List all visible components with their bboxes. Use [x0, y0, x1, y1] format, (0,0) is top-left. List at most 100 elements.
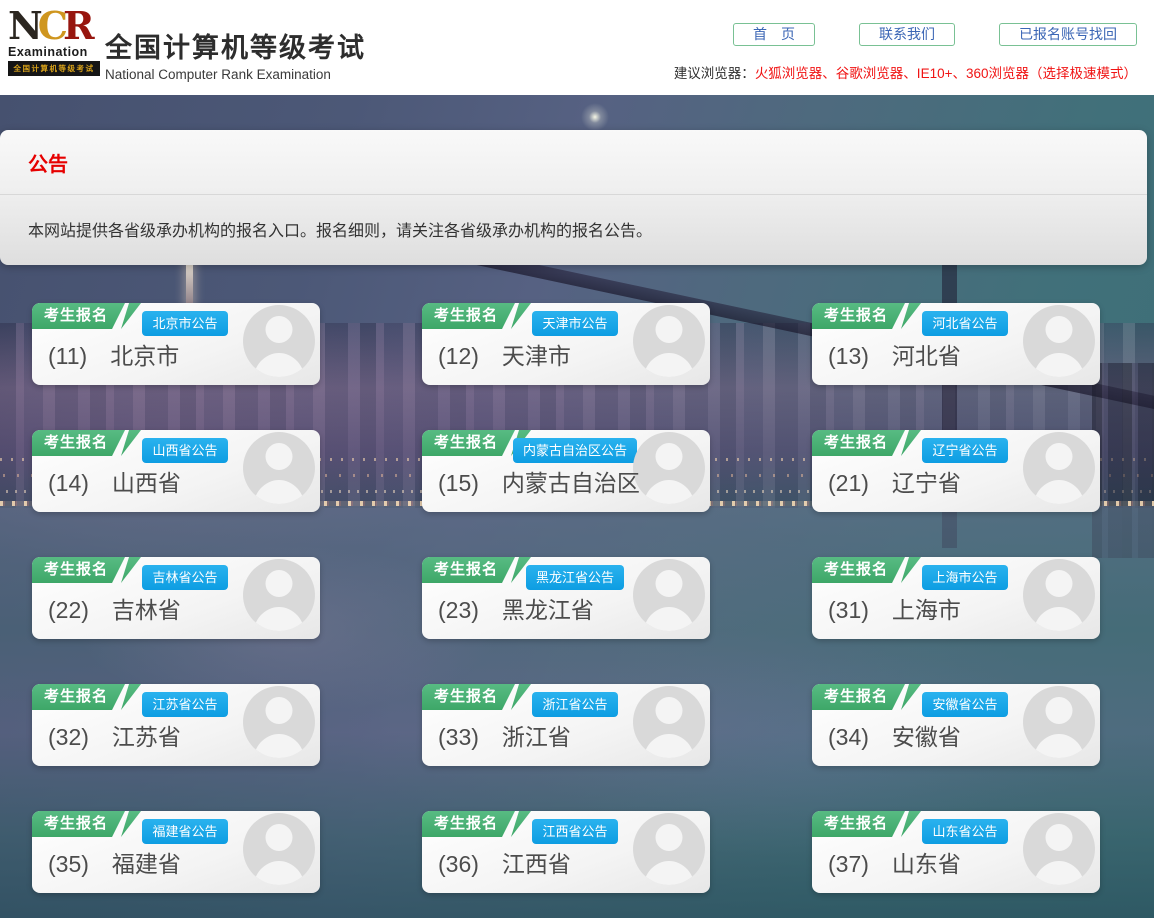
avatar-head — [1046, 824, 1073, 851]
avatar-head — [1046, 570, 1073, 597]
province-card-32[interactable]: 考生报名 江苏省公告 (32) 江苏省 — [32, 684, 320, 766]
avatar-placeholder-icon — [1023, 559, 1095, 631]
ribbon-label: 考生报名 — [812, 684, 905, 710]
province-card-title: (15) 内蒙古自治区 — [438, 464, 640, 498]
avatar-head — [266, 824, 293, 851]
province-card-33[interactable]: 考生报名 浙江省公告 (33) 浙江省 — [422, 684, 710, 766]
province-card-34[interactable]: 考生报名 安徽省公告 (34) 安徽省 — [812, 684, 1100, 766]
avatar-head — [266, 697, 293, 724]
avatar-placeholder-icon — [1023, 813, 1095, 885]
badge-zone: 黑龙江省公告 — [514, 565, 636, 590]
ribbon-label: 考生报名 — [32, 684, 125, 710]
avatar-shoulders — [253, 480, 305, 504]
province-card-title: (33) 浙江省 — [438, 718, 571, 752]
page: NCR Examination 全国计算机等级考试 全国计算机等级考试 Nati… — [0, 0, 1154, 918]
ribbon-label: 考生报名 — [32, 811, 125, 837]
province-card-35[interactable]: 考生报名 福建省公告 (35) 福建省 — [32, 811, 320, 893]
ribbon-label: 考生报名 — [32, 557, 125, 583]
province-card-title: (22) 吉林省 — [48, 591, 181, 625]
nav-account-recovery-button[interactable]: 已报名账号找回 — [999, 23, 1137, 46]
province-card-14[interactable]: 考生报名 山西省公告 (14) 山西省 — [32, 430, 320, 512]
avatar-shoulders — [643, 607, 695, 631]
avatar-placeholder-icon — [633, 432, 705, 504]
province-card-13[interactable]: 考生报名 河北省公告 (13) 河北省 — [812, 303, 1100, 385]
province-card-15[interactable]: 考生报名 内蒙古自治区公告 (15) 内蒙古自治区 — [422, 430, 710, 512]
province-announcement-badge[interactable]: 山东省公告 — [922, 819, 1007, 844]
avatar-shoulders — [1033, 861, 1085, 885]
logo-examination-text: Examination — [8, 45, 100, 59]
badge-zone: 天津市公告 — [514, 311, 636, 336]
header: NCR Examination 全国计算机等级考试 全国计算机等级考试 Nati… — [0, 0, 1154, 95]
site-subtitle: National Computer Rank Examination — [105, 67, 366, 82]
province-announcement-badge[interactable]: 辽宁省公告 — [922, 438, 1007, 463]
province-announcement-badge[interactable]: 江苏省公告 — [142, 692, 227, 717]
province-announcement-badge[interactable]: 福建省公告 — [142, 819, 227, 844]
avatar-placeholder-icon — [243, 813, 315, 885]
avatar-placeholder-icon — [633, 813, 705, 885]
province-announcement-badge[interactable]: 安徽省公告 — [922, 692, 1007, 717]
badge-zone: 河北省公告 — [904, 311, 1026, 336]
avatar-shoulders — [253, 861, 305, 885]
province-announcement-badge[interactable]: 天津市公告 — [532, 311, 617, 336]
badge-zone: 内蒙古自治区公告 — [514, 438, 636, 463]
ribbon-label: 考生报名 — [32, 303, 125, 329]
province-card-title: (12) 天津市 — [438, 337, 571, 371]
province-announcement-badge[interactable]: 内蒙古自治区公告 — [513, 438, 637, 463]
ribbon-label: 考生报名 — [812, 430, 905, 456]
logo-bar-text: 全国计算机等级考试 — [8, 61, 100, 76]
avatar-shoulders — [253, 734, 305, 758]
province-card-title: (21) 辽宁省 — [828, 464, 961, 498]
nav-home-button[interactable]: 首 页 — [733, 23, 815, 46]
badge-zone: 安徽省公告 — [904, 692, 1026, 717]
province-announcement-badge[interactable]: 吉林省公告 — [142, 565, 227, 590]
province-announcement-badge[interactable]: 山西省公告 — [142, 438, 227, 463]
badge-zone: 浙江省公告 — [514, 692, 636, 717]
avatar-shoulders — [643, 353, 695, 377]
ribbon-label: 考生报名 — [422, 430, 515, 456]
province-card-21[interactable]: 考生报名 辽宁省公告 (21) 辽宁省 — [812, 430, 1100, 512]
badge-zone: 北京市公告 — [124, 311, 246, 336]
avatar-shoulders — [643, 861, 695, 885]
badge-zone: 山东省公告 — [904, 819, 1026, 844]
nav-contact-button[interactable]: 联系我们 — [859, 23, 955, 46]
avatar-head — [266, 570, 293, 597]
province-card-36[interactable]: 考生报名 江西省公告 (36) 江西省 — [422, 811, 710, 893]
badge-zone: 上海市公告 — [904, 565, 1026, 590]
logo-letter-n: N — [8, 3, 38, 48]
avatar-shoulders — [643, 480, 695, 504]
province-card-title: (13) 河北省 — [828, 337, 961, 371]
province-announcement-badge[interactable]: 北京市公告 — [142, 311, 227, 336]
avatar-placeholder-icon — [1023, 305, 1095, 377]
ribbon-label: 考生报名 — [812, 811, 905, 837]
avatar-head — [266, 316, 293, 343]
province-card-23[interactable]: 考生报名 黑龙江省公告 (23) 黑龙江省 — [422, 557, 710, 639]
avatar-head — [656, 570, 683, 597]
province-card-title: (14) 山西省 — [48, 464, 181, 498]
ribbon-label: 考生报名 — [422, 557, 515, 583]
province-announcement-badge[interactable]: 浙江省公告 — [532, 692, 617, 717]
province-announcement-badge[interactable]: 江西省公告 — [532, 819, 617, 844]
province-grid: 考生报名 北京市公告 (11) 北京市 考生报名 天津市公告 — [32, 303, 1100, 893]
province-card-title: (32) 江苏省 — [48, 718, 181, 752]
logo-ncr-letters: NCR — [8, 8, 100, 44]
site-title: 全国计算机等级考试 — [105, 26, 366, 65]
province-card-22[interactable]: 考生报名 吉林省公告 (22) 吉林省 — [32, 557, 320, 639]
province-card-title: (37) 山东省 — [828, 845, 961, 879]
avatar-head — [1046, 697, 1073, 724]
avatar-placeholder-icon — [243, 559, 315, 631]
province-card-11[interactable]: 考生报名 北京市公告 (11) 北京市 — [32, 303, 320, 385]
province-announcement-badge[interactable]: 河北省公告 — [922, 311, 1007, 336]
province-announcement-badge[interactable]: 上海市公告 — [922, 565, 1007, 590]
avatar-shoulders — [253, 353, 305, 377]
ribbon-label: 考生报名 — [422, 811, 515, 837]
province-announcement-badge[interactable]: 黑龙江省公告 — [526, 565, 624, 590]
main-nav: 首 页 联系我们 已报名账号找回 — [733, 23, 1137, 46]
province-card-12[interactable]: 考生报名 天津市公告 (12) 天津市 — [422, 303, 710, 385]
province-card-title: (35) 福建省 — [48, 845, 181, 879]
announcement-panel: 公告 本网站提供各省级承办机构的报名入口。报名细则，请关注各省级承办机构的报名公… — [0, 130, 1147, 265]
province-card-37[interactable]: 考生报名 山东省公告 (37) 山东省 — [812, 811, 1100, 893]
avatar-placeholder-icon — [633, 305, 705, 377]
ribbon-label: 考生报名 — [32, 430, 125, 456]
province-card-31[interactable]: 考生报名 上海市公告 (31) 上海市 — [812, 557, 1100, 639]
browser-recommendation: 建议浏览器：火狐浏览器、谷歌浏览器、IE10+、360浏览器（选择极速模式） — [674, 62, 1137, 82]
